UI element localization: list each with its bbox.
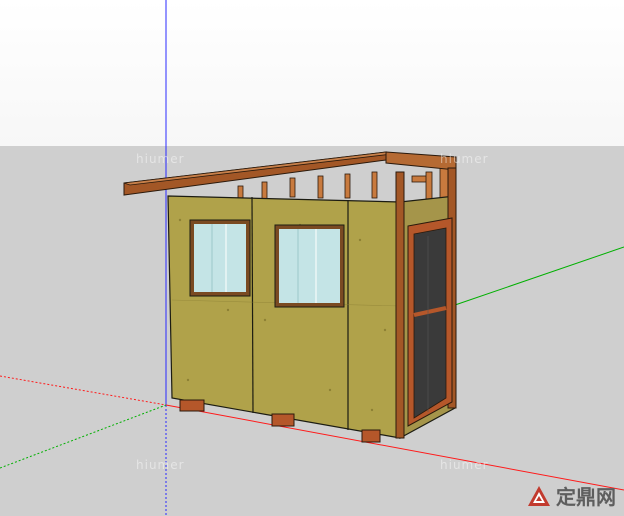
watermark: hiumer	[136, 458, 185, 472]
ding-logo-icon	[528, 485, 550, 506]
red-axis-dotted	[0, 375, 167, 406]
green-axis	[454, 246, 624, 306]
watermark: hiumer	[136, 152, 185, 166]
watermark: hiumer	[440, 152, 489, 166]
brand-badge: 定鼎网	[526, 481, 616, 510]
watermark: hiumer	[440, 458, 489, 472]
sketchup-viewport[interactable]: hiumer hiumer hiumer hiumer 定鼎网	[0, 0, 624, 516]
side-door	[407, 217, 453, 427]
window-left	[189, 219, 251, 297]
window-right	[274, 224, 345, 308]
corner-post	[395, 171, 405, 439]
brand-name: 定鼎网	[556, 485, 616, 509]
shed-model[interactable]	[0, 0, 624, 516]
